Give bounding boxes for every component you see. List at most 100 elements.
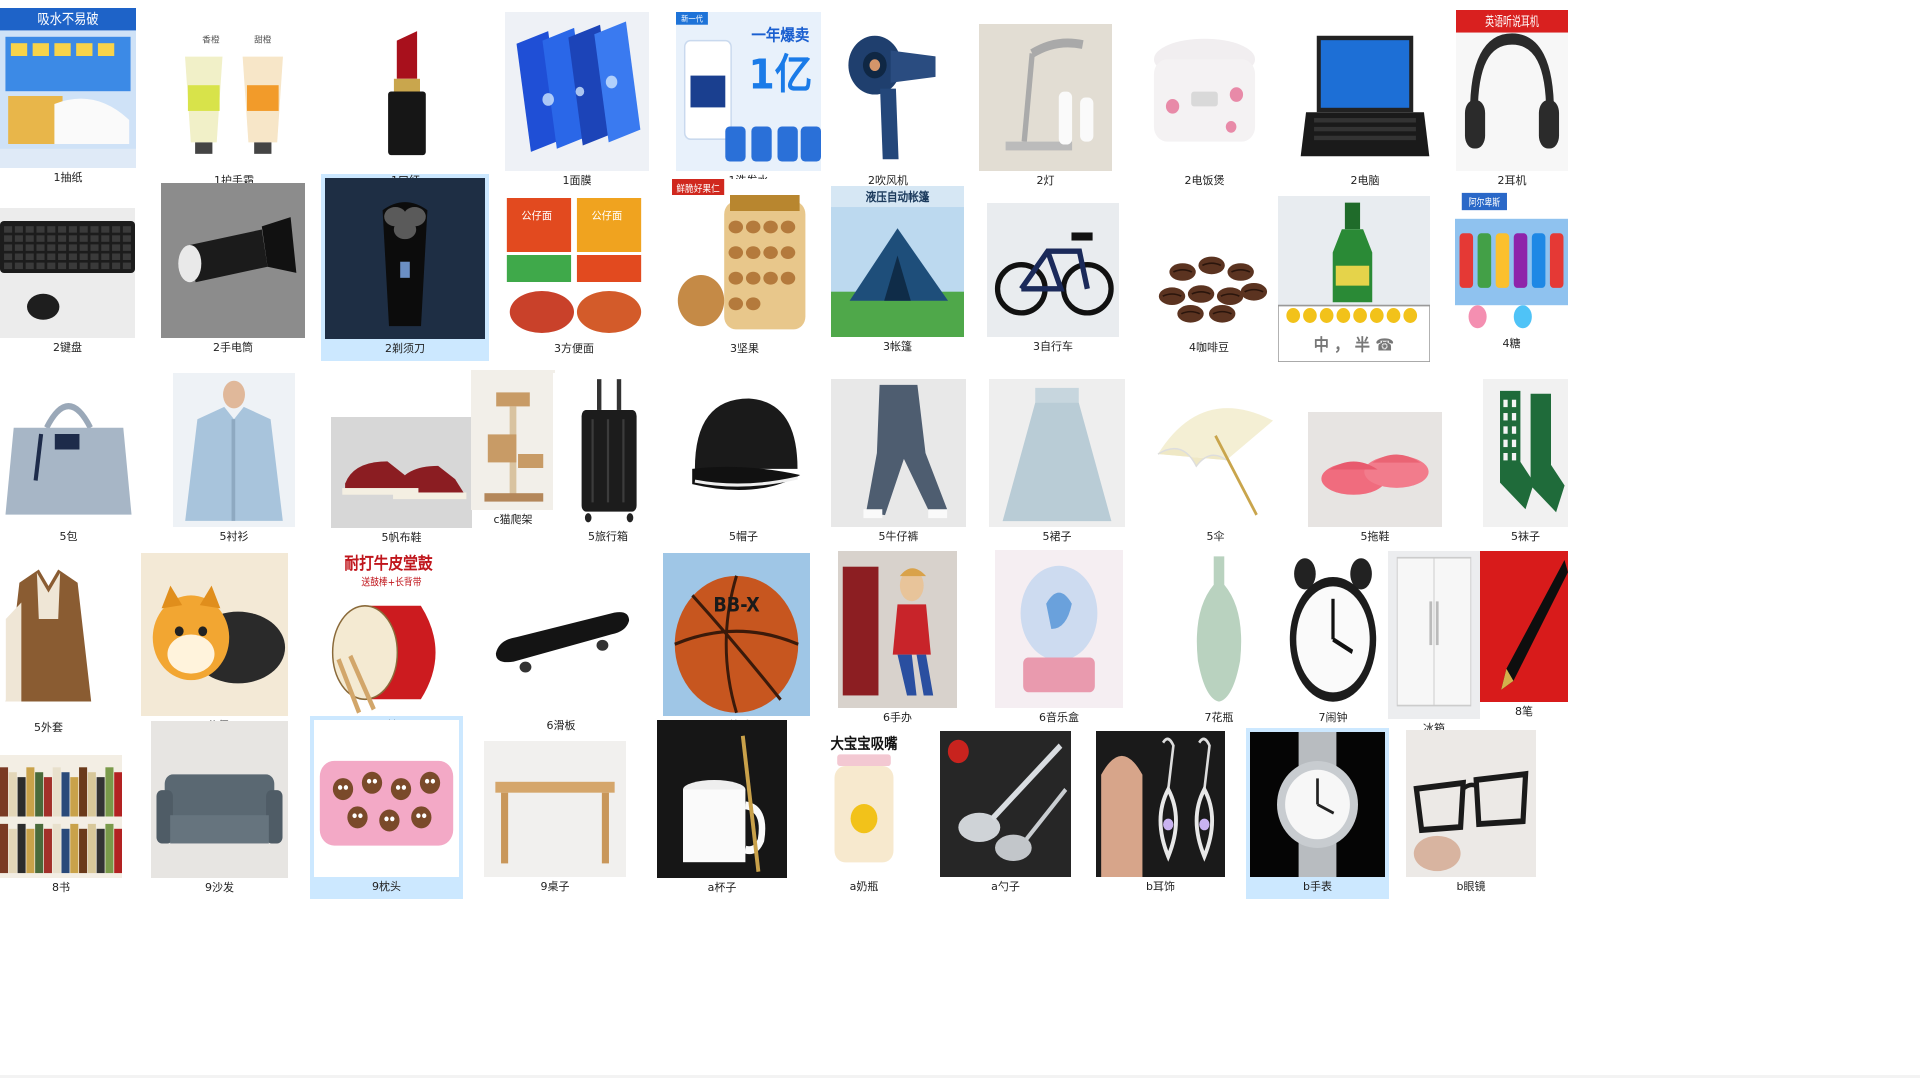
file-item[interactable]: 5包 bbox=[0, 372, 137, 545]
file-item[interactable]: 8笔 bbox=[1480, 551, 1568, 720]
file-name-label: 1面膜 bbox=[562, 174, 592, 187]
svg-text:吸水不易破: 吸水不易破 bbox=[37, 11, 98, 28]
keyboard-mouse-thumbnail bbox=[0, 208, 135, 338]
file-item[interactable]: 中 ， 半 ☎ bbox=[1278, 196, 1430, 380]
file-item[interactable]: 大宝宝吸嘴 a奶瓶 bbox=[797, 731, 931, 895]
file-item[interactable]: b耳饰 bbox=[1096, 731, 1225, 895]
file-item[interactable]: 5伞 bbox=[1147, 375, 1284, 545]
skirt-thumbnail bbox=[989, 379, 1125, 527]
svg-text:耐打牛皮堂鼓: 耐打牛皮堂鼓 bbox=[344, 553, 432, 573]
file-name-label: 4糖 bbox=[1502, 337, 1521, 350]
jeans-thumbnail bbox=[831, 379, 966, 527]
file-item[interactable]: 2吹风机 bbox=[822, 24, 954, 189]
file-item[interactable]: 9沙发 bbox=[151, 721, 288, 896]
file-item[interactable]: 5裙子 bbox=[989, 379, 1125, 545]
svg-text:鲜脆好果仁: 鲜脆好果仁 bbox=[676, 182, 719, 195]
file-item[interactable]: b眼镜 bbox=[1406, 730, 1536, 895]
pillow-thumbnail bbox=[314, 720, 459, 877]
file-item[interactable]: 9桌子 bbox=[484, 741, 626, 895]
file-item[interactable]: 6音乐盒 bbox=[995, 550, 1123, 726]
file-item[interactable]: c猫爬架 bbox=[471, 370, 555, 528]
file-item[interactable]: 吸水不易破 1抽纸 bbox=[0, 8, 136, 186]
shampoo-thumbnail: 新一代 一年爆卖 1亿 bbox=[676, 12, 821, 171]
file-item[interactable]: BB-X6篮球 bbox=[663, 553, 810, 734]
file-item[interactable]: 5帽子 bbox=[676, 374, 811, 545]
hand-cream-thumbnail: 香橙 甜橙 bbox=[162, 28, 306, 171]
file-item[interactable]: 5袜子 bbox=[1483, 379, 1568, 545]
file-item[interactable]: 5旅行箱 bbox=[553, 373, 663, 545]
file-name-label: 8笔 bbox=[1515, 705, 1533, 718]
file-item[interactable]: 5外套 bbox=[0, 553, 97, 736]
cat-tree-thumbnail bbox=[471, 370, 555, 510]
file-name-label: 5袜子 bbox=[1511, 530, 1540, 543]
books-thumbnail bbox=[0, 755, 122, 878]
bicycle-thumbnail bbox=[987, 203, 1119, 337]
file-item[interactable]: 7花瓶 bbox=[1175, 550, 1263, 726]
alarm-clock-thumbnail bbox=[1279, 552, 1387, 708]
shirt-thumbnail bbox=[173, 373, 295, 527]
file-item[interactable]: 2电脑 bbox=[1298, 24, 1432, 189]
socks-thumbnail bbox=[1483, 379, 1568, 527]
file-item[interactable]: 2电饭煲 bbox=[1138, 24, 1271, 189]
file-item[interactable]: 3自行车 bbox=[987, 203, 1119, 355]
file-item[interactable]: a杯子 bbox=[657, 720, 787, 896]
svg-text:大宝宝吸嘴: 大宝宝吸嘴 bbox=[831, 735, 898, 753]
file-name-label: 5拖鞋 bbox=[1360, 530, 1390, 543]
basketball-thumbnail: BB-X bbox=[663, 553, 810, 716]
mug-thumbnail bbox=[657, 720, 787, 878]
sofa-thumbnail bbox=[151, 721, 288, 878]
skateboard-thumbnail bbox=[487, 580, 635, 716]
file-name-label: a勺子 bbox=[991, 880, 1020, 893]
file-item[interactable]: 2剃须刀 bbox=[321, 174, 489, 361]
watch-thumbnail bbox=[1250, 732, 1385, 877]
file-item[interactable]: 香橙 甜橙 1护手霜 bbox=[162, 28, 306, 189]
file-item[interactable]: 阿尔卑斯 4糖 bbox=[1455, 190, 1568, 352]
cap-thumbnail bbox=[676, 374, 811, 527]
svg-text:液压自动帐篷: 液压自动帐篷 bbox=[866, 189, 930, 204]
earrings-thumbnail bbox=[1096, 731, 1225, 877]
file-name-label: 6滑板 bbox=[546, 719, 576, 732]
svg-text:一年爆卖: 一年爆卖 bbox=[751, 26, 809, 45]
file-item[interactable]: 6公仔 bbox=[141, 553, 288, 734]
file-item[interactable]: 耐打牛皮堂鼓送鼓棒+长背带6鼓 bbox=[315, 549, 462, 734]
file-item[interactable]: 2键盘 bbox=[0, 208, 135, 356]
file-name-label: 1抽纸 bbox=[53, 171, 83, 184]
tent-thumbnail: 液压自动帐篷 bbox=[831, 186, 964, 337]
file-item[interactable]: b手表 bbox=[1246, 728, 1389, 899]
file-item[interactable]: 2手电筒 bbox=[161, 183, 305, 356]
coffee-beans-thumbnail bbox=[1143, 228, 1275, 338]
file-item[interactable]: 7闹钟 bbox=[1279, 552, 1387, 726]
file-item[interactable]: 公仔面 公仔面 3方便面 bbox=[501, 189, 647, 357]
svg-text:公仔面: 公仔面 bbox=[592, 210, 623, 222]
file-item[interactable]: 1口红 bbox=[333, 12, 478, 189]
file-item[interactable]: 1面膜 bbox=[505, 12, 649, 189]
file-item[interactable]: a勺子 bbox=[940, 731, 1071, 895]
file-item[interactable]: 鲜脆好果仁 3坚果 bbox=[672, 179, 817, 357]
file-item[interactable]: 8书 bbox=[0, 755, 122, 896]
file-item[interactable]: 5拖鞋 bbox=[1308, 412, 1442, 545]
tissue-box-thumbnail: 吸水不易破 bbox=[0, 8, 136, 168]
file-item[interactable]: 2灯 bbox=[979, 24, 1112, 189]
file-item[interactable]: 液压自动帐篷 3帐篷 bbox=[831, 186, 964, 355]
file-name-label: b手表 bbox=[1303, 880, 1332, 893]
file-item[interactable]: 英语听说耳机 2耳机 bbox=[1456, 10, 1568, 189]
file-name-label: 5包 bbox=[59, 530, 78, 543]
headphones-thumbnail: 英语听说耳机 bbox=[1456, 10, 1568, 171]
file-item[interactable]: 9枕头 bbox=[310, 716, 463, 899]
umbrella-thumbnail bbox=[1147, 375, 1284, 527]
file-item[interactable]: 6滑板 bbox=[487, 580, 635, 734]
file-item[interactable]: 5牛仔裤 bbox=[831, 379, 966, 545]
file-name-label: 5衬衫 bbox=[219, 530, 249, 543]
bottom-edge bbox=[0, 1075, 1920, 1078]
rice-cooker-thumbnail bbox=[1138, 24, 1271, 171]
file-name-label: 5帆布鞋 bbox=[381, 531, 422, 544]
vase-thumbnail bbox=[1175, 550, 1263, 708]
slippers-thumbnail bbox=[1308, 412, 1442, 527]
file-item[interactable]: 5衬衫 bbox=[173, 373, 295, 545]
glasses-thumbnail bbox=[1406, 730, 1536, 877]
hair-dryer-thumbnail bbox=[822, 24, 954, 171]
file-item[interactable]: 4咖啡豆 bbox=[1143, 228, 1275, 356]
file-item[interactable]: 新一代 一年爆卖1亿 1洗发水 bbox=[676, 12, 821, 189]
file-item[interactable]: 6手办 bbox=[838, 551, 957, 726]
file-name-label: b眼镜 bbox=[1456, 880, 1486, 893]
